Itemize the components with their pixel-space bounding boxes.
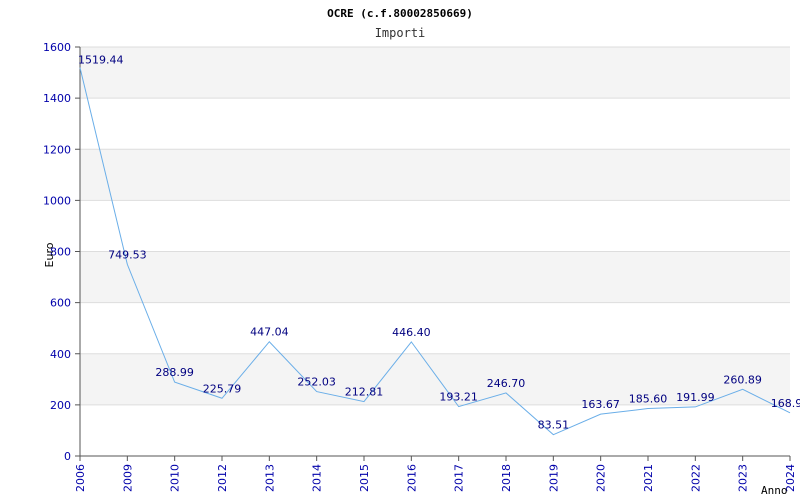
- x-tick-label-2022: 2022: [689, 464, 702, 492]
- data-label-2018: 246.70: [487, 377, 526, 390]
- x-tick-label-2020: 2020: [595, 464, 608, 492]
- y-tick-label-600: 600: [50, 297, 71, 310]
- data-label-2006: 1519.44: [78, 54, 124, 67]
- x-tick-label-2016: 2016: [405, 464, 418, 492]
- x-tick-label-2018: 2018: [500, 464, 513, 492]
- x-tick-label-2010: 2010: [169, 464, 182, 492]
- y-tick-label-200: 200: [50, 399, 71, 412]
- data-label-2010: 288.99: [155, 366, 194, 379]
- line-chart: OCRE (c.f.80002850669) Importi 0 200 400 60…: [43, 7, 800, 497]
- x-tick-label-2017: 2017: [453, 464, 466, 492]
- data-label-2022: 191.99: [676, 391, 715, 404]
- data-label-2012: 225.79: [203, 382, 242, 395]
- y-tick-label-1600: 1600: [43, 41, 71, 54]
- x-tick-label-2015: 2015: [358, 464, 371, 492]
- x-tick-label-2014: 2014: [311, 464, 324, 492]
- x-axis-label: Anno: [761, 484, 788, 497]
- x-tick-label-2021: 2021: [642, 464, 655, 492]
- x-tick-label-2023: 2023: [737, 464, 750, 492]
- x-axis-ticks: 2006 2009 2010 2012 2013 2014 2015 2016 2017 2018…: [74, 456, 797, 492]
- data-label-2020: 163.67: [581, 398, 620, 411]
- y-tick-label-400: 400: [50, 348, 71, 361]
- y-tick-label-0: 0: [64, 450, 71, 463]
- x-tick-label-2013: 2013: [263, 464, 276, 492]
- chart-subtitle: Importi: [375, 26, 426, 40]
- data-label-2013: 447.04: [250, 326, 289, 339]
- data-label-2021: 185.60: [629, 393, 668, 406]
- y-axis-label: Euro: [43, 242, 56, 267]
- y-tick-label-1400: 1400: [43, 92, 71, 105]
- data-label-2015: 212.81: [345, 386, 384, 399]
- data-label-2017: 193.21: [439, 391, 478, 404]
- band-600-800: [80, 251, 790, 303]
- data-label-2009: 749.53: [108, 248, 147, 261]
- y-tick-label-1000: 1000: [43, 194, 71, 207]
- y-tick-label-1200: 1200: [43, 143, 71, 156]
- background-bands: [80, 47, 790, 405]
- data-label-2023: 260.89: [723, 373, 762, 386]
- x-tick-label-2006: 2006: [74, 464, 87, 492]
- chart-title: OCRE (c.f.80002850669): [327, 7, 473, 20]
- data-label-2019: 83.51: [538, 419, 570, 432]
- data-label-2024: 168.90: [771, 397, 800, 410]
- x-tick-label-2012: 2012: [216, 464, 229, 492]
- band-1000-1200: [80, 149, 790, 201]
- data-label-2014: 252.03: [297, 376, 336, 389]
- band-1400-1600: [80, 47, 790, 99]
- x-tick-label-2019: 2019: [547, 464, 560, 492]
- data-label-2016: 446.40: [392, 326, 431, 339]
- x-tick-label-2009: 2009: [121, 464, 134, 492]
